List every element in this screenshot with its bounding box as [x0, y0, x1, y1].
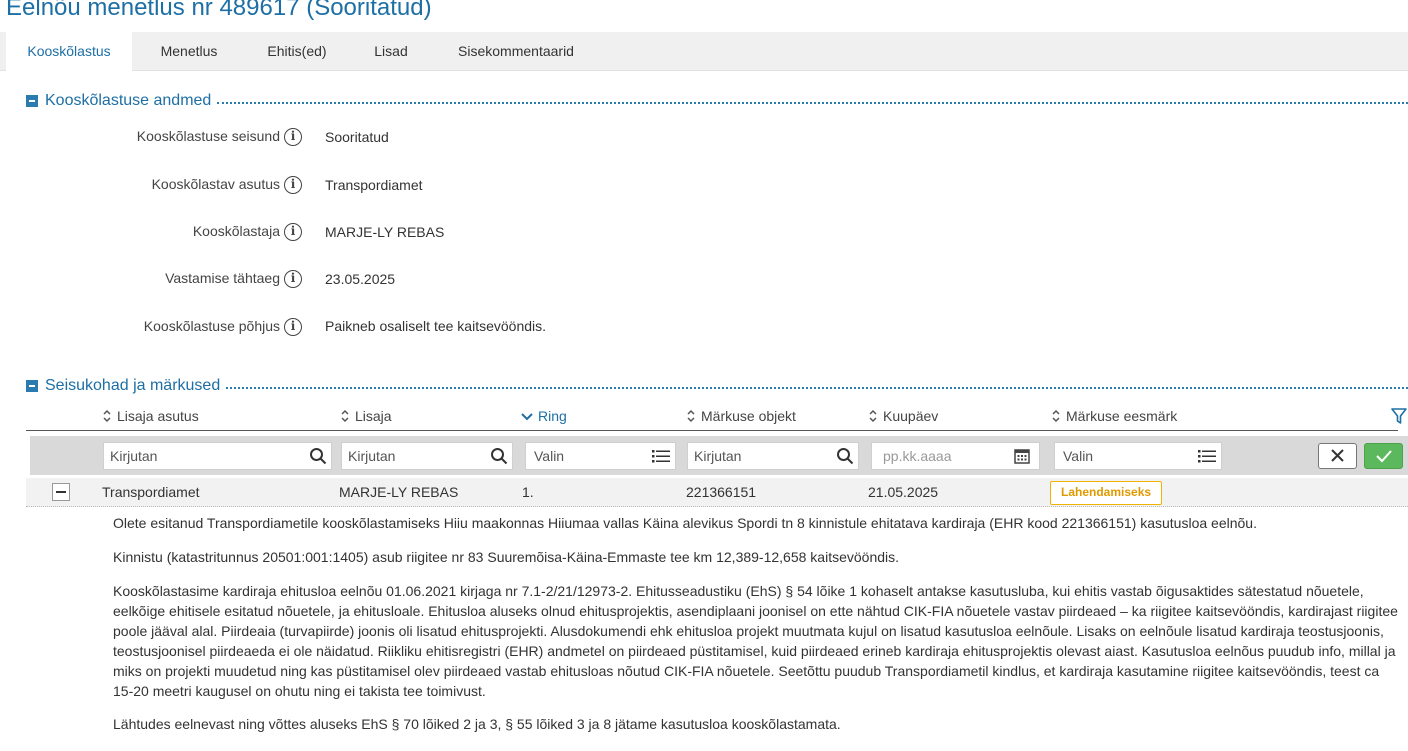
- filter-asutus-input[interactable]: Kirjutan: [103, 442, 332, 470]
- clear-filters-button[interactable]: [1318, 443, 1357, 469]
- details-collapse-button[interactable]: [26, 95, 38, 107]
- column-header-label: Märkuse eesmärk: [1066, 408, 1178, 424]
- filter-ring-text: Valin: [534, 448, 565, 464]
- cell-markuse-objekt: 221366151: [686, 484, 757, 500]
- status-badge: Lahendamiseks: [1050, 481, 1163, 505]
- column-header-lisaja-asutus[interactable]: Lisaja asutus: [102, 406, 199, 426]
- field-label-asutus: Kooskõlastav asutus: [151, 176, 280, 192]
- filter-kuupaev-placeholder: pp.kk.aaaa: [883, 448, 952, 464]
- filter-icon[interactable]: [1390, 407, 1408, 425]
- page-title: Eelnõu menetlus nr 489617 (Sooritatud): [6, 0, 432, 21]
- filter-lisaja-text: Kirjutan: [348, 448, 396, 464]
- remarks-collapse-button[interactable]: [26, 380, 38, 392]
- calendar-icon[interactable]: [1013, 447, 1031, 465]
- cell-lisaja: MARJE-LY REBAS: [339, 484, 459, 500]
- comment-paragraph: Kinnistu (katastritunnus 20501:001:1405)…: [113, 549, 900, 565]
- info-icon[interactable]: i: [284, 270, 302, 288]
- tab-sisekommentaarid[interactable]: Sisekommentaarid: [444, 32, 588, 71]
- search-icon[interactable]: [490, 447, 508, 465]
- filter-lisaja-input[interactable]: Kirjutan: [341, 442, 513, 470]
- column-header-lisaja[interactable]: Lisaja: [340, 406, 392, 426]
- comment-paragraph: Kooskõlastasime kardiraja ehitusloa eeln…: [113, 583, 1398, 699]
- info-icon[interactable]: i: [284, 223, 302, 241]
- comment-paragraph: Lähtudes eelnevast ning võttes aluseks E…: [113, 716, 841, 732]
- sort-icon: [103, 409, 111, 423]
- sort-icon: [1052, 409, 1060, 423]
- column-header-label: Ring: [538, 408, 567, 424]
- field-value-pohjus: Paikneb osaliselt tee kaitsevööndis.: [325, 318, 547, 334]
- filter-eesmark-text: Valin: [1063, 448, 1094, 464]
- column-header-markuse-objekt[interactable]: Märkuse objekt: [686, 406, 796, 426]
- table-header-divider: [26, 430, 1398, 431]
- sort-icon: [341, 409, 349, 423]
- filter-ring-select[interactable]: Valin: [525, 442, 676, 470]
- search-icon[interactable]: [309, 447, 327, 465]
- list-icon[interactable]: [651, 447, 671, 465]
- tab-kooskolastus[interactable]: Kooskõlastus: [6, 32, 132, 71]
- column-header-ring[interactable]: Ring: [521, 406, 567, 426]
- field-value-tahtaeg: 23.05.2025: [325, 271, 396, 287]
- list-icon[interactable]: [1197, 447, 1217, 465]
- details-section-header: Kooskõlastuse andmed: [26, 91, 1408, 111]
- check-icon: [1376, 450, 1392, 463]
- cell-ring: 1.: [522, 484, 534, 500]
- column-header-label: Lisaja: [355, 408, 392, 424]
- tab-menetlus[interactable]: Menetlus: [142, 32, 236, 71]
- apply-filters-button[interactable]: [1364, 443, 1403, 469]
- field-label-kooskolastaja: Kooskõlastaja: [192, 223, 280, 239]
- field-value-asutus: Transpordiamet: [325, 177, 423, 193]
- filter-kuupaev-input[interactable]: pp.kk.aaaa: [871, 442, 1040, 470]
- details-section-title: Kooskõlastuse andmed: [45, 92, 212, 109]
- field-label-tahtaeg: Vastamise tähtaeg: [165, 270, 280, 286]
- field-value-seisund: Sooritatud: [325, 129, 389, 145]
- column-header-label: Lisaja asutus: [117, 408, 199, 424]
- field-value-kooskolastaja: MARJE-LY REBAS: [325, 224, 445, 240]
- field-label-pohjus: Kooskõlastuse põhjus: [143, 318, 280, 334]
- field-label-seisund: Kooskõlastuse seisund: [136, 128, 280, 144]
- cell-lisaja-asutus: Transpordiamet: [102, 484, 200, 500]
- column-header-label: Kuupäev: [883, 408, 939, 424]
- cell-kuupaev: 21.05.2025: [868, 484, 939, 500]
- search-icon[interactable]: [836, 447, 854, 465]
- comment-paragraph: Olete esitanud Transpordiametile kooskõl…: [113, 515, 1257, 531]
- sort-descending-icon: [521, 413, 533, 421]
- filter-objekt-text: Kirjutan: [694, 448, 742, 464]
- section-divider: [217, 102, 1408, 104]
- filter-asutus-text: Kirjutan: [110, 448, 158, 464]
- column-header-label: Märkuse objekt: [701, 408, 796, 424]
- filter-objekt-input[interactable]: Kirjutan: [687, 442, 859, 470]
- sort-icon: [687, 409, 695, 423]
- sort-icon: [869, 409, 877, 423]
- tab-lisad[interactable]: Lisad: [358, 32, 424, 71]
- remarks-section-title: Seisukohad ja märkused: [45, 377, 221, 394]
- info-icon[interactable]: i: [284, 128, 302, 146]
- filter-eesmark-select[interactable]: Valin: [1054, 442, 1222, 470]
- column-header-markuse-eesmark[interactable]: Märkuse eesmärk: [1051, 406, 1177, 426]
- info-icon[interactable]: i: [284, 176, 302, 194]
- tab-bar: Kooskõlastus Menetlus Ehitis(ed) Lisad S…: [0, 32, 1408, 71]
- tab-ehitised[interactable]: Ehitis(ed): [252, 32, 342, 71]
- info-icon[interactable]: i: [284, 318, 302, 336]
- close-icon: [1331, 449, 1344, 462]
- section-divider: [226, 387, 1408, 389]
- row-collapse-button[interactable]: [52, 483, 70, 501]
- column-header-kuupaev[interactable]: Kuupäev: [868, 406, 938, 426]
- remarks-section-header: Seisukohad ja märkused: [26, 376, 1408, 396]
